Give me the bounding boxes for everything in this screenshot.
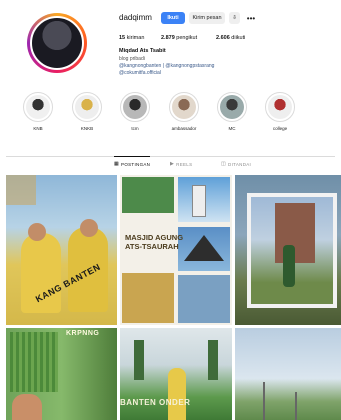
avatar-image <box>30 16 84 70</box>
post-photo <box>10 332 58 392</box>
followers-count: 2.879 <box>161 35 175 41</box>
bio-line: blog pribadi <box>119 56 145 62</box>
followers-stat[interactable]: 2.879 pengikut <box>161 35 197 41</box>
highlight-thumb <box>268 95 292 119</box>
highlight-thumb <box>220 95 244 119</box>
tab-tagged[interactable]: ◫ DITANDAI <box>221 161 251 167</box>
followers-label: pengikut <box>176 35 198 41</box>
grid-icon: ▦ <box>114 161 120 167</box>
username: dadqimm <box>119 13 152 22</box>
follow-button[interactable]: Ikuti <box>161 12 185 24</box>
tower-shape <box>192 185 206 217</box>
person-figure <box>168 368 186 420</box>
posts-label: kiriman <box>126 35 145 41</box>
post-thumbnail[interactable] <box>235 175 341 325</box>
post-thumbnail[interactable] <box>235 328 341 420</box>
more-icon: ••• <box>246 13 256 23</box>
posts-count: 15 <box>119 35 126 41</box>
post-thumbnail[interactable]: KANG BANTEN <box>6 175 117 325</box>
post-photo <box>122 273 174 323</box>
profile-page: dadqimm Ikuti Kirim pesan ⇩ ••• 15 kirim… <box>0 0 341 420</box>
post-decoration <box>6 175 36 205</box>
more-options-button[interactable]: ••• <box>246 12 256 24</box>
tab-posts[interactable]: ▦ POSTINGAN <box>114 161 150 167</box>
tab-label: DITANDAI <box>228 161 252 167</box>
bio-link[interactable]: @cokumitfa.official <box>119 70 161 76</box>
highlight-tcm[interactable]: tcm <box>118 92 152 131</box>
pillar-shape <box>208 340 218 380</box>
person-head <box>12 394 42 420</box>
highlight-knb[interactable]: KNB <box>21 92 55 131</box>
pillar-shape <box>134 340 144 380</box>
tab-label: POSTINGAN <box>121 161 151 167</box>
highlight-label: KNKB <box>80 126 94 131</box>
highlight-label: KNB <box>33 126 43 131</box>
post-overlay-text: BANTEN ONDER <box>120 398 191 407</box>
highlight-thumb <box>172 95 196 119</box>
post-title-line: MASJID AGUNG <box>125 233 184 242</box>
pole-shape <box>295 392 297 420</box>
person-figure <box>283 245 295 287</box>
bio-name: Miqdad Ats Tsabit <box>119 48 166 54</box>
tagged-icon: ◫ <box>221 161 227 167</box>
following-stat[interactable]: 2.606 diikuti <box>216 35 245 41</box>
highlight-thumb <box>75 95 99 119</box>
posts-stat: 15 kiriman <box>119 35 144 41</box>
post-photo <box>122 177 174 213</box>
highlight-label: ambassador <box>171 126 197 131</box>
highlight-thumb <box>123 95 147 119</box>
pyramid-shape <box>184 235 224 261</box>
highlight-knkb[interactable]: KNKB <box>70 92 104 131</box>
bio-mentions[interactable]: @kangnongbanten | @kangnongpstasrang <box>119 63 214 69</box>
add-person-icon: ⇩ <box>232 15 237 21</box>
person-head <box>80 219 98 237</box>
ruin-shape <box>275 203 315 263</box>
pole-shape <box>263 382 265 420</box>
avatar[interactable] <box>27 13 87 73</box>
highlight-label: college <box>272 126 288 131</box>
tab-reels[interactable]: ▶ REELS <box>170 161 192 167</box>
post-title-line: ATS-TSAURAH <box>125 242 179 251</box>
person-head <box>28 223 46 241</box>
add-person-button[interactable]: ⇩ <box>229 12 240 24</box>
active-tab-indicator <box>114 156 150 157</box>
highlight-mc[interactable]: MC <box>215 92 249 131</box>
post-photo <box>178 275 230 323</box>
reels-icon: ▶ <box>170 161 175 167</box>
following-label: diikuti <box>231 35 246 41</box>
highlight-label: tcm <box>131 126 139 131</box>
tab-label: REELS <box>176 161 193 167</box>
post-title: MASJID AGUNG ATS-TSAURAH <box>125 233 183 251</box>
highlight-label: MC <box>228 126 236 131</box>
highlight-thumb <box>26 95 50 119</box>
highlight-ambassador[interactable]: ambassador <box>167 92 201 131</box>
message-button[interactable]: Kirim pesan <box>189 12 225 24</box>
following-count: 2.606 <box>216 35 230 41</box>
highlight-college[interactable]: college <box>263 92 297 131</box>
tabs-divider <box>6 156 335 157</box>
post-heading: KRPNNG <box>66 330 100 337</box>
post-thumbnail[interactable] <box>6 328 117 420</box>
